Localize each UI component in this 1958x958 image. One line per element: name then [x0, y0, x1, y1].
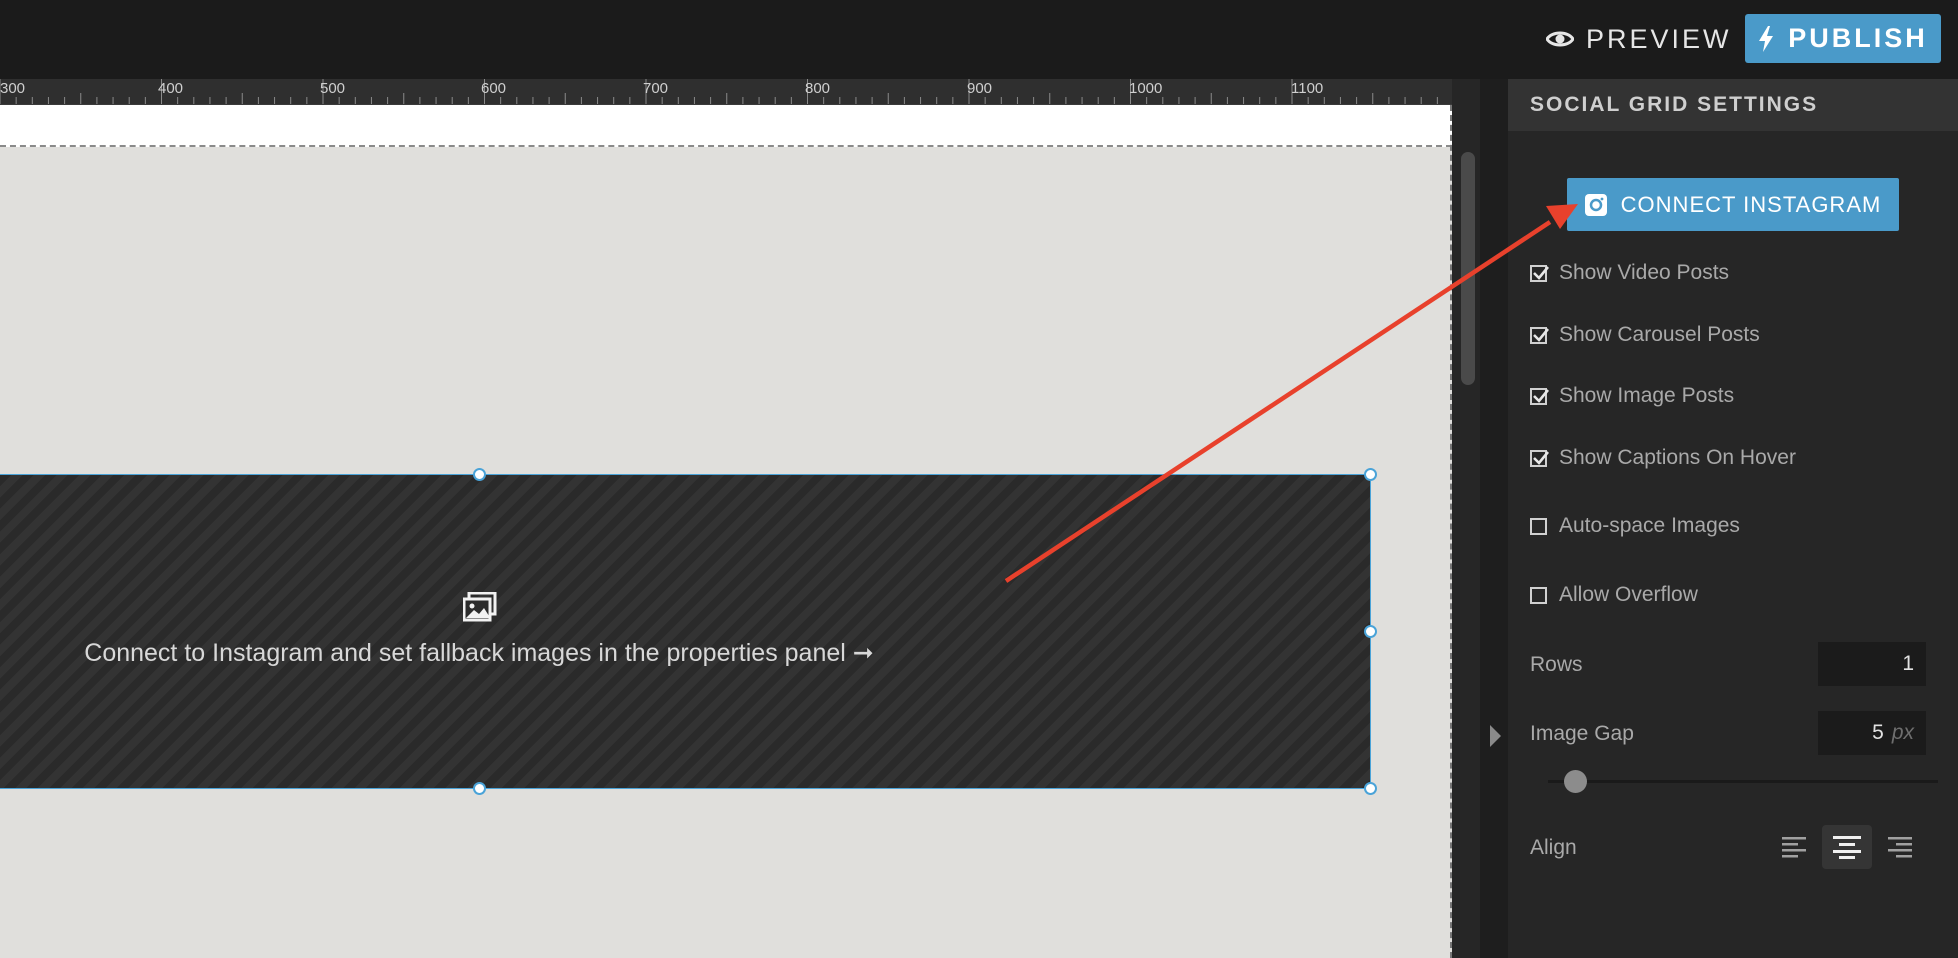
top-toolbar: PREVIEW PUBLISH — [0, 0, 1958, 79]
resize-handle-bottom-right[interactable] — [1364, 782, 1377, 795]
page-header-section[interactable] — [0, 105, 1452, 147]
publish-label: PUBLISH — [1788, 23, 1928, 53]
align-center-icon — [1833, 836, 1861, 859]
checkbox-checked[interactable] — [1530, 326, 1550, 344]
image-gap-input[interactable]: 5 px — [1818, 711, 1926, 755]
ruler-label: 900 — [967, 80, 993, 97]
option-label: Auto-space Images — [1559, 514, 1740, 537]
ruler-label: 600 — [481, 80, 507, 97]
social-grid-element[interactable] — [0, 474, 1371, 789]
resize-handle-right[interactable] — [1364, 625, 1377, 638]
option-label: Show Video Posts — [1559, 261, 1730, 284]
ruler-ticks — [0, 79, 1438, 104]
align-left-icon — [1782, 837, 1806, 858]
checkmark-icon — [1533, 327, 1550, 342]
option-label: Show Captions On Hover — [1559, 446, 1796, 469]
align-right-icon — [1888, 837, 1912, 858]
placeholder-text: Connect to Instagram and set fallback im… — [84, 639, 874, 667]
option-label: Show Carousel Posts — [1559, 323, 1760, 346]
checkbox-unchecked[interactable] — [1530, 517, 1547, 535]
ruler-label: 1000 — [1129, 80, 1163, 97]
option-auto-space-images[interactable]: Auto-space Images — [1530, 511, 1740, 541]
option-allow-overflow[interactable]: Allow Overflow — [1530, 580, 1698, 610]
resize-handle-bottom[interactable] — [473, 782, 486, 795]
scrollbar-thumb[interactable] — [1461, 152, 1475, 385]
ruler-label: 1100 — [1291, 80, 1324, 97]
rows-label: Rows — [1530, 653, 1583, 676]
resize-handle-top-right[interactable] — [1364, 468, 1377, 481]
image-gap-label: Image Gap — [1530, 722, 1634, 745]
ruler-label: 500 — [320, 80, 346, 97]
ruler-label: 300 — [0, 80, 26, 97]
checkmark-icon — [1533, 265, 1550, 280]
lightning-icon — [1759, 25, 1774, 52]
image-gap-slider-knob[interactable] — [1564, 770, 1588, 793]
publish-button[interactable]: PUBLISH — [1745, 14, 1941, 63]
checkbox-checked[interactable] — [1530, 264, 1550, 282]
align-left-button[interactable] — [1770, 825, 1820, 869]
rows-input[interactable]: 1 — [1818, 642, 1926, 686]
images-icon — [463, 592, 497, 622]
preview-button[interactable]: PREVIEW — [1546, 18, 1746, 60]
image-gap-slider-track[interactable] — [1548, 780, 1938, 783]
rows-value: 1 — [1902, 652, 1914, 675]
collapse-panel-icon[interactable] — [1490, 725, 1501, 747]
settings-panel: SOCIAL GRID SETTINGS CONNECT INSTAGRAM S… — [1508, 79, 1958, 958]
image-gap-unit: px — [1891, 721, 1914, 744]
panel-title: SOCIAL GRID SETTINGS — [1508, 79, 1958, 131]
align-label: Align — [1530, 836, 1577, 859]
image-gap-value: 5 — [1872, 721, 1884, 744]
ruler-label: 700 — [643, 80, 669, 97]
checkmark-icon — [1533, 388, 1550, 403]
connect-instagram-button[interactable]: CONNECT INSTAGRAM — [1567, 178, 1899, 231]
checkmark-icon — [1533, 450, 1550, 465]
checkbox-checked[interactable] — [1530, 449, 1550, 467]
option-show-image-posts[interactable]: Show Image Posts — [1530, 381, 1734, 411]
horizontal-ruler: 300 400 500 600 700 800 900 1000 1100 — [0, 79, 1452, 105]
panel-gutter — [1480, 79, 1508, 958]
option-show-carousel-posts[interactable]: Show Carousel Posts — [1530, 320, 1760, 350]
ruler-label: 800 — [805, 80, 831, 97]
instagram-icon — [1584, 193, 1607, 216]
editor-canvas[interactable] — [0, 105, 1452, 958]
align-right-button[interactable] — [1874, 825, 1924, 869]
connect-instagram-label: CONNECT INSTAGRAM — [1620, 191, 1882, 217]
option-show-video-posts[interactable]: Show Video Posts — [1530, 258, 1729, 288]
eye-icon — [1546, 31, 1574, 47]
checkbox-unchecked[interactable] — [1530, 586, 1547, 604]
option-show-captions-on-hover[interactable]: Show Captions On Hover — [1530, 443, 1796, 473]
checkbox-checked[interactable] — [1530, 387, 1550, 405]
ruler-label: 400 — [158, 80, 184, 97]
align-center-button[interactable] — [1822, 825, 1872, 869]
option-label: Allow Overflow — [1559, 583, 1698, 606]
option-label: Show Image Posts — [1559, 384, 1735, 407]
resize-handle-top[interactable] — [473, 468, 486, 481]
preview-label: PREVIEW — [1586, 23, 1732, 54]
